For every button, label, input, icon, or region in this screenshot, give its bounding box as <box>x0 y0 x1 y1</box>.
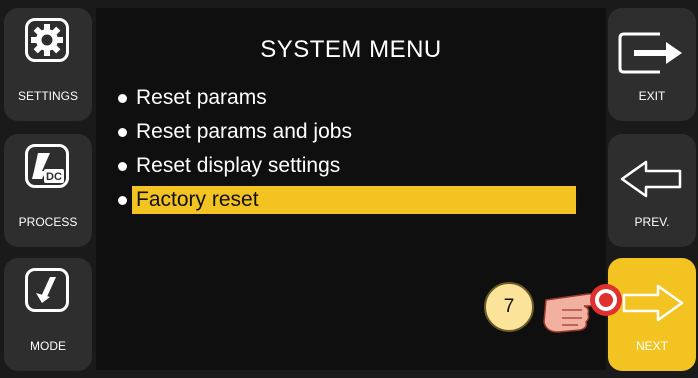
dc-icon-text: DC <box>46 171 62 183</box>
exit-label: EXIT <box>638 89 666 103</box>
menu-item-reset-params[interactable]: Reset params <box>110 82 570 114</box>
menu-item-label: Factory reset <box>136 188 259 211</box>
bullet-icon <box>118 94 127 103</box>
system-menu-list: Reset params Reset params and jobs Reset… <box>110 82 576 218</box>
gear-icon <box>25 18 69 62</box>
system-menu-screen: SETTINGS DC PROCESS MODE SYSTEM MENU Res… <box>0 0 698 378</box>
process-label: PROCESS <box>18 215 78 229</box>
menu-item-reset-params-and-jobs[interactable]: Reset params and jobs <box>110 116 570 148</box>
settings-button[interactable]: SETTINGS <box>4 8 92 121</box>
process-button[interactable]: DC PROCESS <box>4 134 92 247</box>
menu-item-factory-reset[interactable]: Factory reset <box>110 184 576 216</box>
settings-label: SETTINGS <box>17 89 78 103</box>
arrow-left-icon <box>620 160 682 198</box>
exit-icon <box>618 32 682 74</box>
menu-item-label: Reset params <box>136 86 267 109</box>
next-label: NEXT <box>635 339 668 353</box>
welding-torch-icon: DC <box>25 144 69 188</box>
menu-item-reset-display-settings[interactable]: Reset display settings <box>110 150 570 182</box>
menu-item-label: Reset display settings <box>136 154 341 177</box>
mode-button[interactable]: MODE <box>4 258 92 371</box>
page-title: SYSTEM MENU <box>260 36 442 63</box>
exit-button[interactable]: EXIT <box>608 8 696 121</box>
menu-item-label: Reset params and jobs <box>136 120 352 143</box>
step-badge: 7 <box>484 282 534 332</box>
bullet-icon <box>118 162 127 171</box>
trigger-mode-icon <box>25 268 69 312</box>
prev-button[interactable]: PREV. <box>608 134 696 247</box>
pointing-hand-icon <box>543 284 622 333</box>
prev-label: PREV. <box>634 215 670 229</box>
bullet-icon <box>118 196 127 205</box>
bullet-icon <box>118 128 127 137</box>
mode-label: MODE <box>30 339 66 353</box>
